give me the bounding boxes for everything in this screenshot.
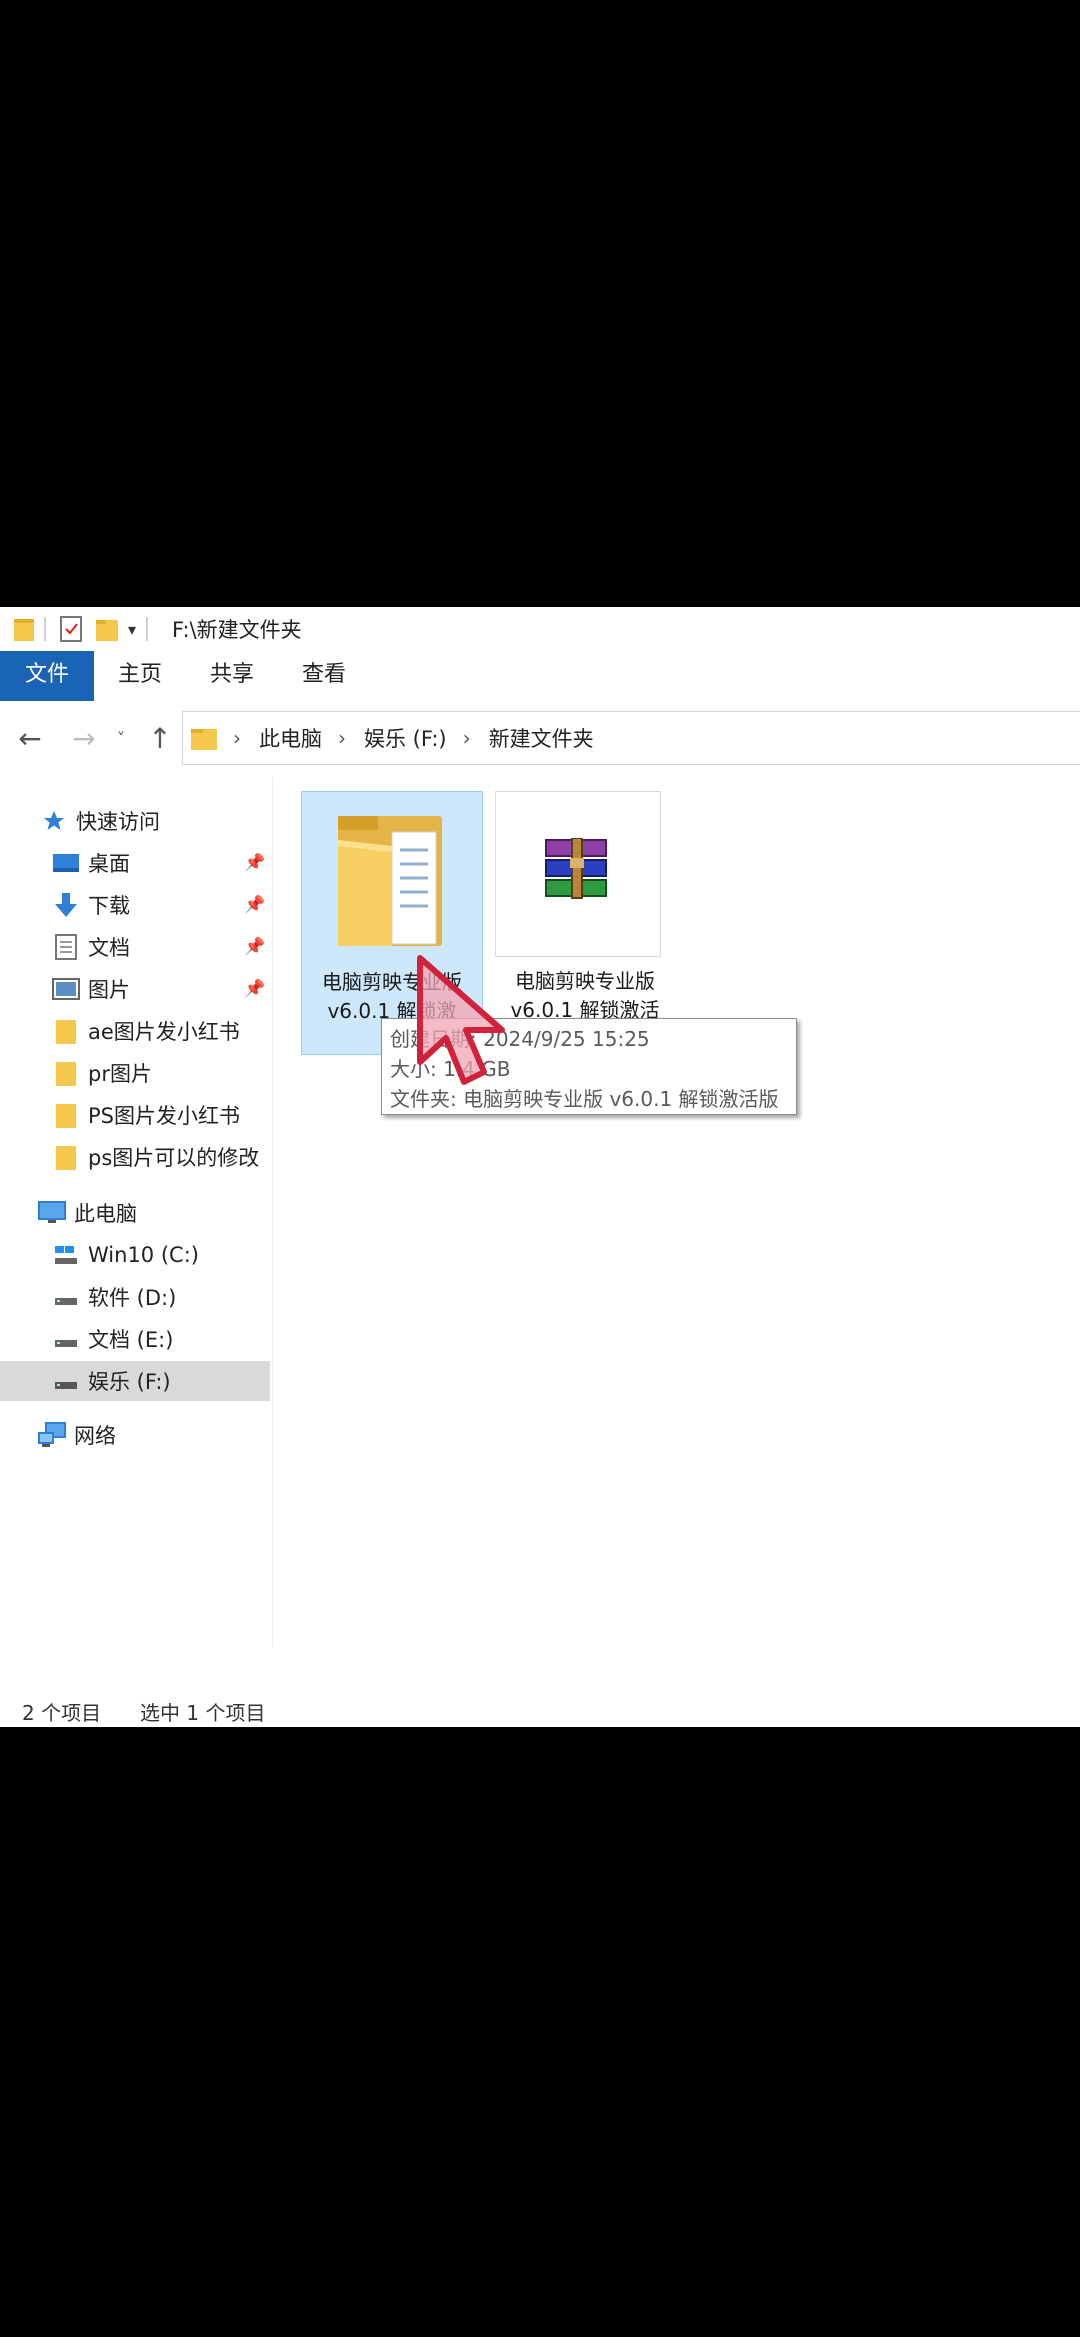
sidebar-item-desktop[interactable]: 桌面 📌 [0,843,270,883]
file-explorer-window: ▾ F:\新建文件夹 文件 主页 共享 查看 ← → ˅ ↑ › 此电脑 › 娱… [0,607,1080,1727]
sidebar-item-documents[interactable]: 文档 📌 [0,927,270,967]
sidebar-item-label: PS图片发小红书 [88,1104,240,1128]
sidebar-item-label: 文档 [88,936,130,960]
folder-icon [191,726,217,750]
tab-share[interactable]: 共享 [194,651,270,701]
star-icon [40,807,68,835]
pin-icon[interactable]: 📌 [244,895,265,915]
tab-home[interactable]: 主页 [104,651,176,701]
download-arrow-icon [52,891,80,919]
sidebar-item-downloads[interactable]: 下载 📌 [0,885,270,925]
pin-icon[interactable]: 📌 [244,937,265,957]
sidebar-item-label: 图片 [88,978,130,1002]
windows-drive-icon [52,1241,80,1269]
properties-icon[interactable] [60,616,82,642]
sidebar-item-network[interactable]: 网络 [0,1415,270,1455]
file-list: 电脑剪映专业版 v6.0.1 解锁激 电脑剪映专业版 v6.0.1 解锁激活 [273,777,1080,1647]
desktop-icon [52,849,80,877]
drive-icon [52,1325,80,1353]
title-bar: ▾ F:\新建文件夹 [0,607,1080,651]
toolbar-divider [146,617,149,641]
pin-icon[interactable]: 📌 [244,979,265,999]
sidebar-item-quick-access[interactable]: 快速访问 [0,801,270,841]
sidebar-item-label: ae图片发小红书 [88,1020,240,1044]
tab-view[interactable]: 查看 [288,651,360,701]
sidebar-item-label: 快速访问 [76,810,160,834]
address-bar[interactable]: › 此电脑 › 娱乐 (F:) › 新建文件夹 [182,711,1080,765]
folder-with-documents-icon [338,816,442,946]
up-arrow-icon[interactable]: ↑ [142,719,178,757]
navigation-pane: 快速访问 桌面 📌 下载 📌 文档 📌 图片 📌 ae图片发小红书 pr图片 P… [0,777,273,1647]
sidebar-item-label: 网络 [74,1424,116,1448]
sidebar-item-pictures[interactable]: 图片 📌 [0,969,270,1009]
customize-toolbar-chevron-icon[interactable]: ▾ [128,620,136,639]
sidebar-item-folder[interactable]: ps图片可以的修改 [0,1137,270,1177]
file-item-archive[interactable]: 电脑剪映专业版 v6.0.1 解锁激活 [495,791,675,1053]
folder-icon [52,1059,80,1087]
sidebar-item-label: 娱乐 (F:) [88,1370,171,1394]
back-arrow-icon[interactable]: ← [12,719,48,757]
sidebar-item-label: ps图片可以的修改 [88,1146,260,1170]
folder-icon [52,1143,80,1171]
ribbon-tabs: 文件 主页 共享 查看 [0,651,1080,702]
file-item-name: 电脑剪映专业版 v6.0.1 解锁激活 [495,967,675,1025]
sidebar-item-drive-f[interactable]: 娱乐 (F:) [0,1361,270,1401]
pictures-icon [52,975,80,1003]
sidebar-item-label: 软件 (D:) [88,1286,177,1310]
breadcrumb-current-folder[interactable]: 新建文件夹 [489,723,594,753]
selected-count: 选中 1 个项目 [140,1701,266,1725]
quick-access-toolbar: ▾ [0,607,158,651]
toolbar-divider [44,617,46,641]
sidebar-item-label: 下载 [88,894,130,918]
sidebar-item-folder[interactable]: ae图片发小红书 [0,1011,270,1051]
drive-icon [52,1283,80,1311]
sidebar-item-label: Win10 (C:) [88,1243,199,1267]
sidebar-item-drive-c[interactable]: Win10 (C:) [0,1235,270,1275]
forward-arrow-icon[interactable]: → [66,719,102,757]
navigation-bar: ← → ˅ ↑ › 此电脑 › 娱乐 (F:) › 新建文件夹 [0,701,1080,778]
breadcrumb-separator-icon[interactable]: › [463,726,471,750]
new-folder-icon[interactable] [96,617,118,641]
drive-icon [52,1367,80,1395]
folder-icon [52,1017,80,1045]
window-title: F:\新建文件夹 [172,618,302,642]
network-icon [38,1421,66,1449]
breadcrumb-separator-icon[interactable]: › [233,726,241,750]
pin-icon[interactable]: 📌 [244,853,265,873]
folder-icon [52,1101,80,1129]
computer-icon [38,1199,66,1227]
sidebar-item-label: pr图片 [88,1062,152,1086]
tab-file[interactable]: 文件 [0,651,94,701]
sidebar-item-label: 桌面 [88,852,130,876]
item-count: 2 个项目 [22,1701,102,1725]
sidebar-item-label: 文档 (E:) [88,1328,174,1352]
sidebar-item-label: 此电脑 [74,1202,137,1226]
sidebar-item-this-pc[interactable]: 此电脑 [0,1193,270,1233]
mouse-cursor-arrow-icon [417,955,505,1085]
winrar-archive-icon [545,838,607,899]
archive-thumbnail [495,791,661,957]
sidebar-item-drive-e[interactable]: 文档 (E:) [0,1319,270,1359]
sidebar-item-folder[interactable]: PS图片发小红书 [0,1095,270,1135]
recent-locations-chevron-icon[interactable]: ˅ [106,719,136,757]
breadcrumb-separator-icon[interactable]: › [338,726,346,750]
sidebar-item-drive-d[interactable]: 软件 (D:) [0,1277,270,1317]
breadcrumb-drive-f[interactable]: 娱乐 (F:) [364,723,447,753]
folder-icon [14,617,34,641]
file-name-line: 电脑剪映专业版 [515,969,655,993]
breadcrumb-this-pc[interactable]: 此电脑 [259,723,322,753]
status-bar: 2 个项目 选中 1 个项目 [0,1689,1080,1727]
sidebar-item-folder[interactable]: pr图片 [0,1053,270,1093]
document-icon [52,933,80,961]
